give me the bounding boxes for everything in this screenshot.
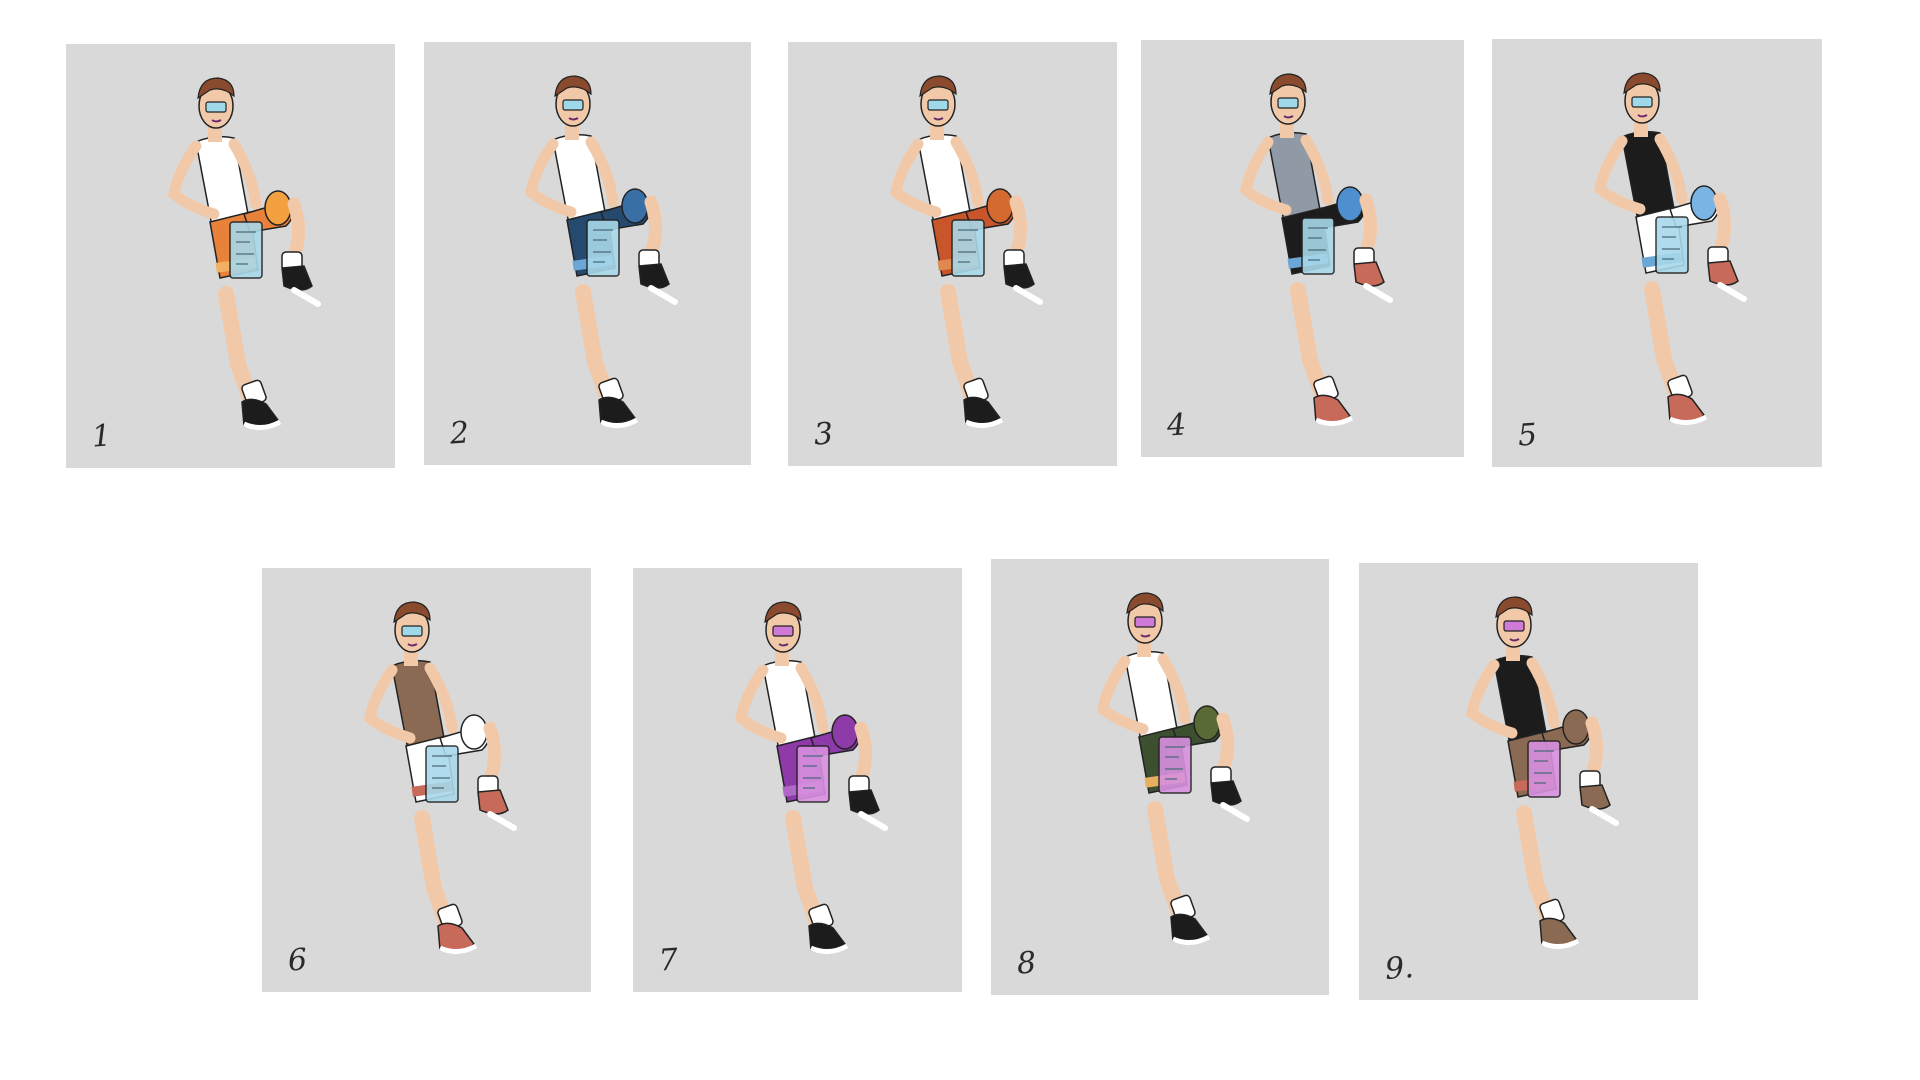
character-figure [1552,59,1762,439]
character-figure [848,62,1058,442]
variant-number: 1 [90,418,113,455]
variant-panel-6: 6 [262,568,591,992]
character-figure [1424,583,1634,963]
variant-number: 4 [1165,407,1188,444]
variant-panel-7: 7 [633,568,962,992]
variant-panel-3: 3 [788,42,1117,466]
variant-number: 8 [1015,945,1038,982]
character-figure [126,64,336,444]
variant-panel-4: 4 [1141,40,1464,457]
variant-number: 9. [1383,950,1415,987]
variant-panel-9: 9. [1359,563,1698,1000]
character-figure [322,588,532,968]
character-figure [483,62,693,442]
variant-panel-2: 2 [424,42,751,465]
variant-panel-5: 5 [1492,39,1822,467]
character-figure [693,588,903,968]
variant-number: 2 [448,415,471,452]
character-figure [1055,579,1265,959]
character-figure [1198,60,1408,440]
variant-number: 5 [1516,417,1539,454]
variant-panel-8: 8 [991,559,1329,995]
variant-number: 3 [812,416,835,453]
variant-panel-1: 1 [66,44,395,468]
variant-number: 6 [286,942,309,979]
variant-number: 7 [657,942,680,979]
